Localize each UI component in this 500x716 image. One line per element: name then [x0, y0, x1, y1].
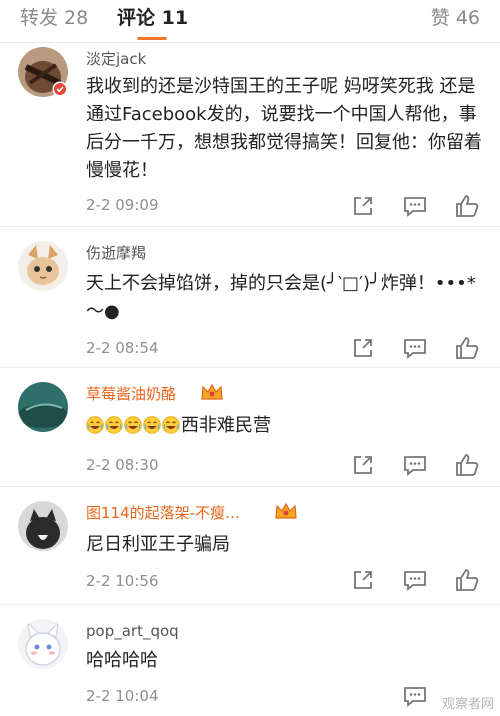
comment-text: 哈哈哈哈	[86, 650, 158, 671]
comment-username[interactable]: 图114的起落架-不瘦…	[86, 503, 240, 523]
tab-reposts[interactable]: 转发 28	[20, 6, 88, 30]
comment-time: 2-2 08:54	[86, 339, 159, 357]
watermark: 观察者网	[441, 697, 494, 712]
avatar[interactable]	[18, 382, 68, 432]
comment-text: 西非难民营	[86, 412, 486, 440]
comment-item: 图114的起落架-不瘦… 尼日利亚王子骗局 2-2 10:56	[0, 487, 500, 605]
comment-icon[interactable]	[402, 335, 428, 361]
tab-comments[interactable]: 评论 11	[117, 6, 188, 30]
verified-badge-icon	[52, 81, 68, 97]
comment-username[interactable]: 伤逝摩羯	[86, 243, 146, 263]
comment-time: 2-2 10:56	[86, 572, 159, 590]
laughing-emoji-icon	[86, 416, 104, 434]
comment-icon[interactable]	[402, 683, 428, 709]
laughing-emoji-row	[86, 412, 181, 440]
thumbs-up-icon[interactable]	[454, 193, 480, 219]
avatar[interactable]	[18, 619, 68, 669]
laughing-emoji-icon	[143, 416, 161, 434]
thumbs-up-icon[interactable]	[454, 335, 480, 361]
comment-icon[interactable]	[402, 567, 428, 593]
comment-text: 天上不会掉馅饼，掉的只会是(╯‵□′)╯炸弹！•••*～●	[86, 273, 476, 322]
laughing-emoji-icon	[162, 416, 180, 434]
tab-likes[interactable]: 赞 46	[431, 6, 480, 30]
share-icon[interactable]	[350, 335, 376, 361]
vip-crown-icon	[201, 383, 223, 400]
comment-time: 2-2 09:09	[86, 196, 159, 214]
comment-icon[interactable]	[402, 193, 428, 219]
laughing-emoji-icon	[105, 416, 123, 434]
comment-item: 伤逝摩羯 天上不会掉馅饼，掉的只会是(╯‵□′)╯炸弹！•••*～● 2-2 0…	[0, 227, 500, 368]
comment-username[interactable]: 淡定jack	[86, 49, 146, 69]
comment-icon[interactable]	[402, 452, 428, 478]
thumbs-up-icon[interactable]	[454, 567, 480, 593]
avatar[interactable]	[18, 501, 68, 551]
comment-item: 淡定jack 我收到的还是沙特国王的王子呢 妈呀笑死我 还是通过Facebook…	[0, 43, 500, 227]
comment-username[interactable]: 草莓酱油奶酪	[86, 384, 176, 404]
comment-time: 2-2 08:30	[86, 456, 159, 474]
comment-username[interactable]: pop_art_qoq	[86, 621, 179, 641]
active-tab-indicator	[137, 37, 167, 40]
avatar[interactable]	[18, 241, 68, 291]
thumbs-up-icon[interactable]	[454, 452, 480, 478]
share-icon[interactable]	[350, 567, 376, 593]
comment-item: 草莓酱油奶酪 西非难民营 2-2 08:30	[0, 368, 500, 487]
share-icon[interactable]	[350, 452, 376, 478]
comment-text: 尼日利亚王子骗局	[86, 534, 230, 555]
laughing-emoji-icon	[124, 416, 142, 434]
share-icon[interactable]	[350, 193, 376, 219]
comment-text-body: 西非难民营	[181, 415, 271, 436]
vip-crown-icon	[275, 502, 297, 519]
comment-text: 我收到的还是沙特国王的王子呢 妈呀笑死我 还是通过Facebook发的，说要找一…	[86, 76, 482, 181]
comment-item: pop_art_qoq 哈哈哈哈 2-2 10:04 观察者网	[0, 605, 500, 716]
comment-tabs: 转发 28 评论 11 赞 46	[0, 0, 500, 43]
comment-time: 2-2 10:04	[86, 687, 159, 705]
